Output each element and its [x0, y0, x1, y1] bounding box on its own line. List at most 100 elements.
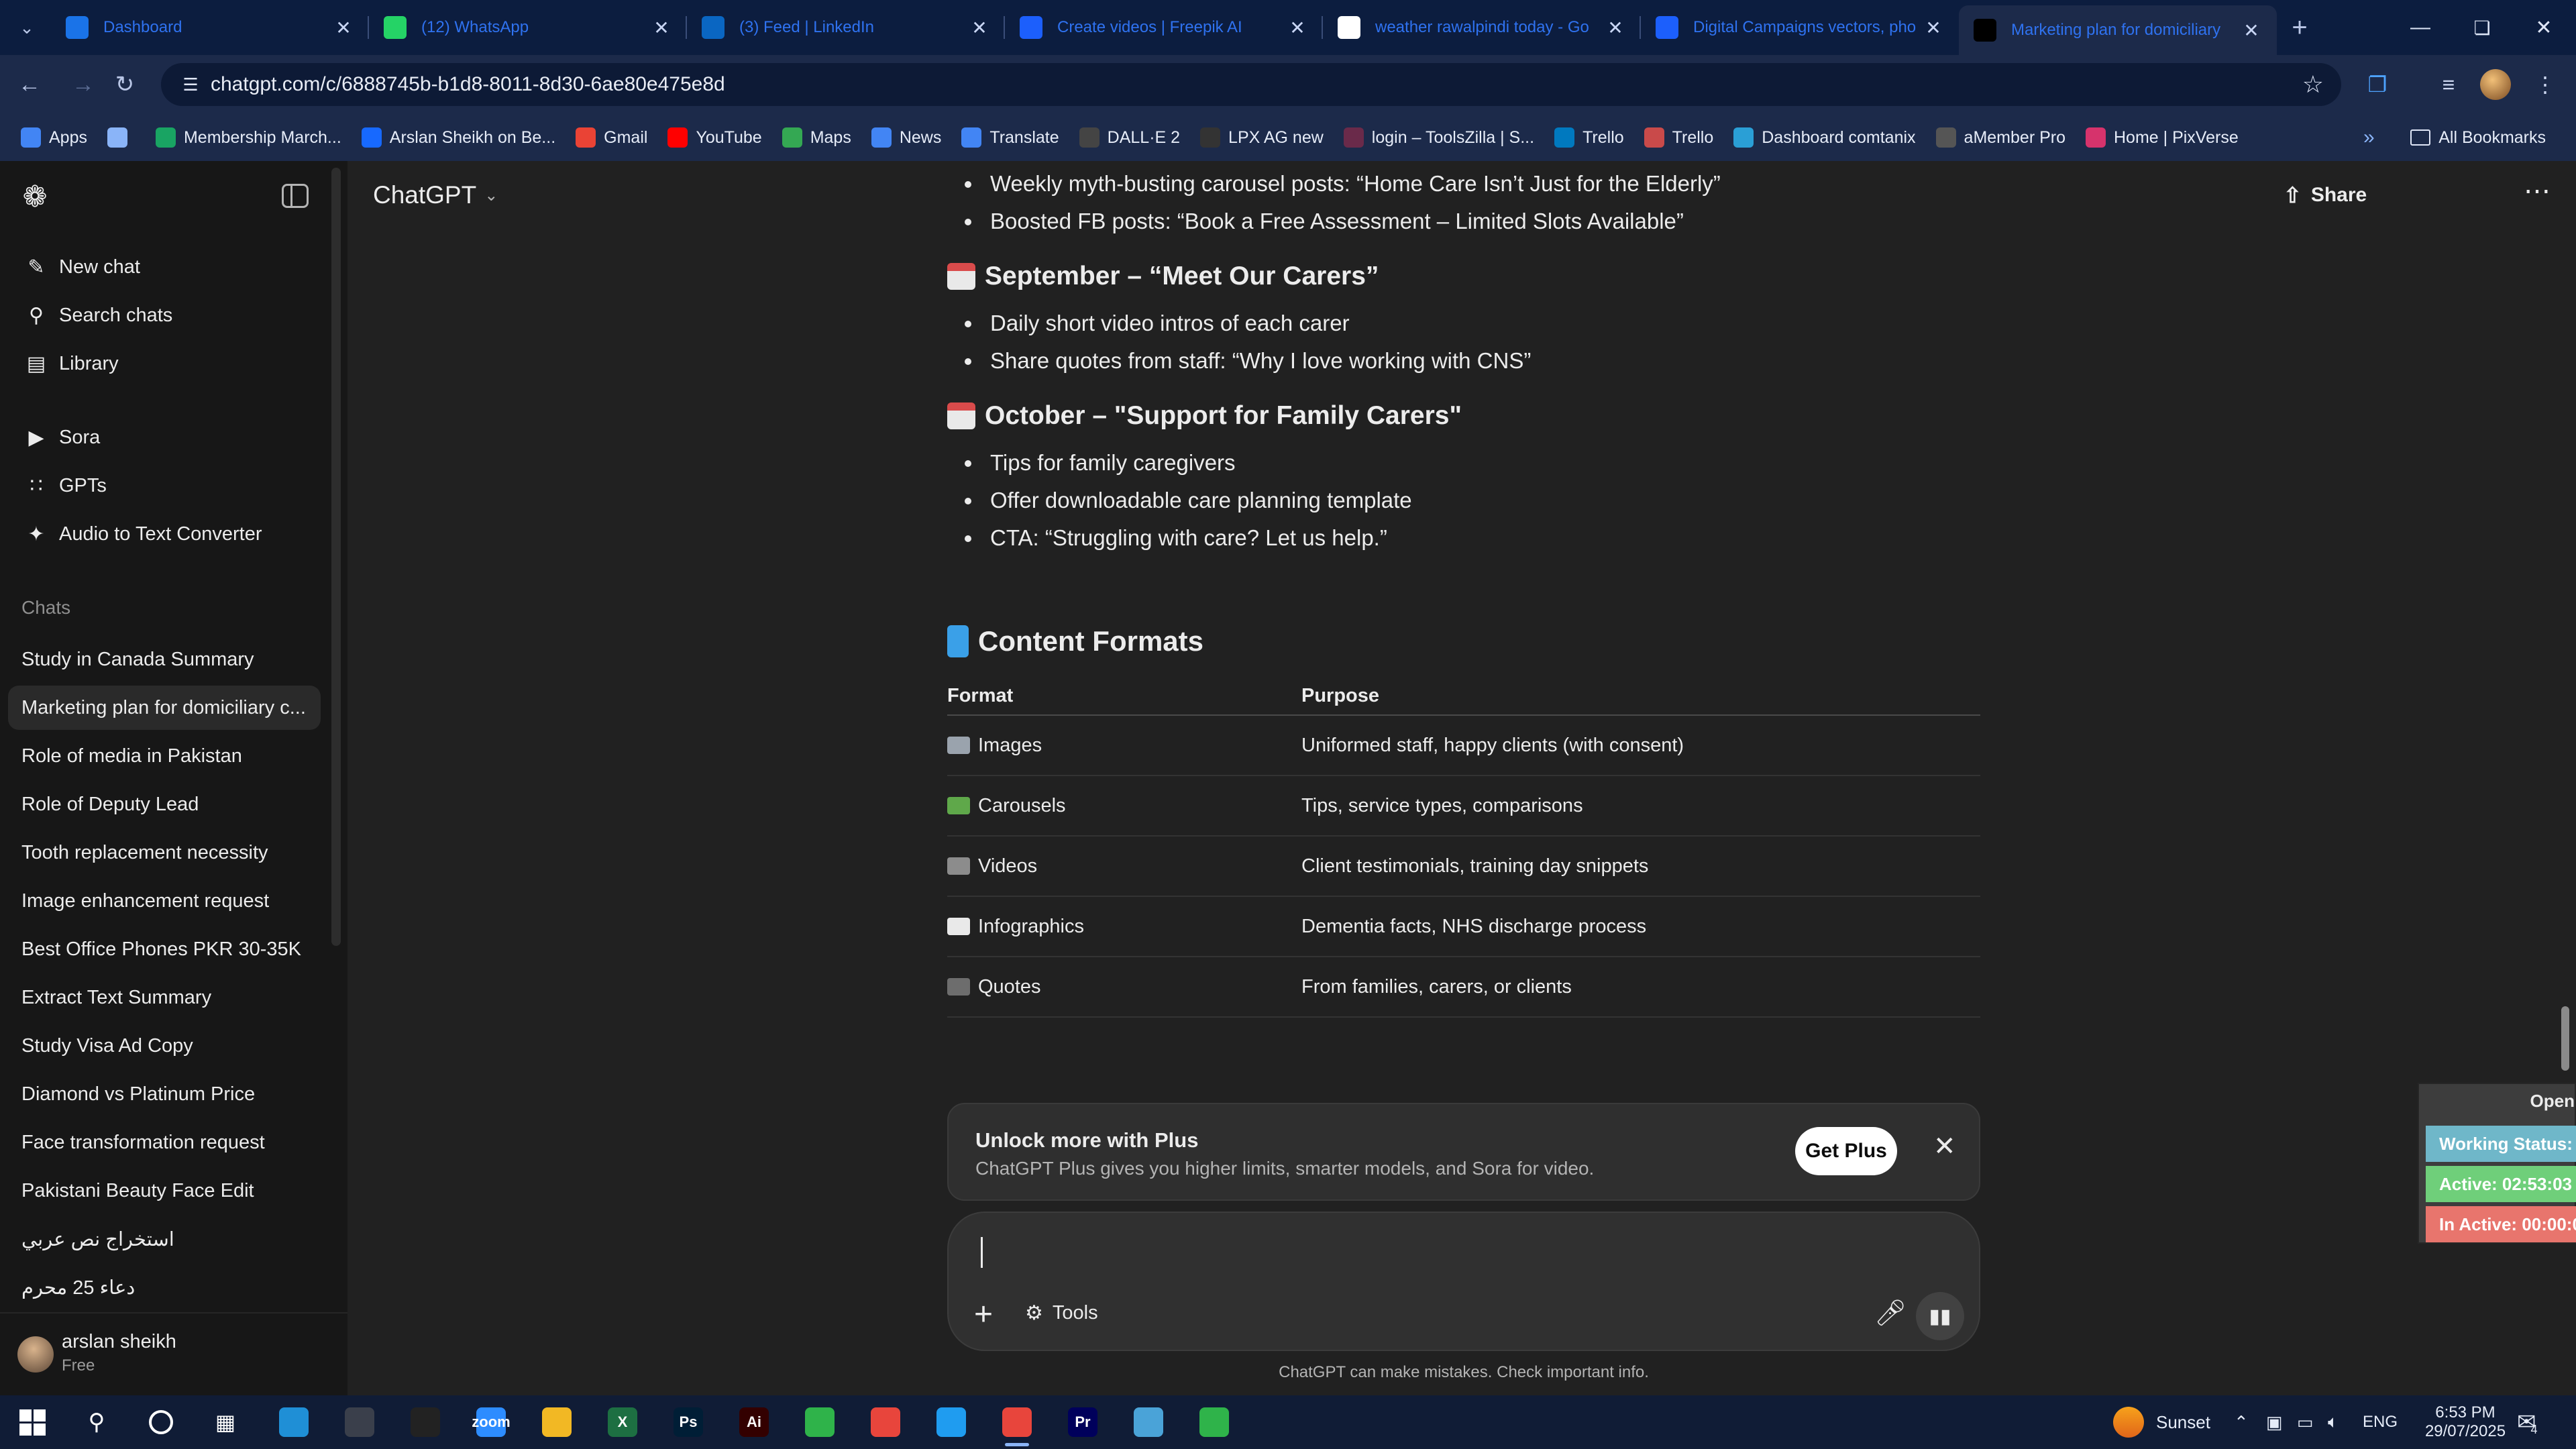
search-icon[interactable]: ⚲: [64, 1401, 129, 1444]
chat-history-item[interactable]: Study Visa Ad Copy: [8, 1024, 321, 1068]
close-window-icon[interactable]: ✕: [2513, 0, 2575, 55]
chat-history-item[interactable]: Face transformation request: [8, 1120, 321, 1165]
bookmark-item[interactable]: login – ToolsZilla | S...: [1334, 114, 1544, 161]
tab-close-icon[interactable]: ✕: [2241, 19, 2262, 42]
tab-close-icon[interactable]: ✕: [1287, 17, 1308, 39]
back-icon[interactable]: ←: [9, 64, 50, 105]
more-options-icon[interactable]: ⋯: [2524, 176, 2551, 207]
task-view-icon[interactable]: ▦: [193, 1401, 258, 1444]
bookmark-item[interactable]: Trello: [1544, 114, 1634, 161]
site-settings-icon[interactable]: ☰: [170, 74, 211, 95]
sidebar-scrollbar[interactable]: [331, 168, 341, 946]
terminal-icon[interactable]: [393, 1401, 458, 1444]
network-icon[interactable]: ▭: [2297, 1395, 2314, 1449]
chat-history-item[interactable]: Role of media in Pakistan: [8, 734, 321, 778]
cortana-icon[interactable]: [129, 1401, 193, 1444]
tools-button[interactable]: ⚙ Tools: [1025, 1301, 1098, 1325]
browser-tab[interactable]: (12) WhatsApp ✕: [369, 5, 687, 50]
illustrator-icon[interactable]: Ai: [722, 1401, 786, 1444]
excel-icon[interactable]: X: [590, 1401, 655, 1444]
media-queue-icon[interactable]: ≡: [2428, 64, 2469, 105]
browser-tab[interactable]: Create videos | Freepik AI ✕: [1005, 5, 1323, 50]
photoshop-icon[interactable]: Ps: [656, 1401, 720, 1444]
app-diamond-icon[interactable]: [1116, 1401, 1181, 1444]
address-bar[interactable]: ☰ chatgpt.com/c/6888745b-b1d8-8011-8d30-…: [161, 63, 2341, 106]
chat-history-item[interactable]: Extract Text Summary: [8, 975, 321, 1020]
restore-icon[interactable]: ❏: [2451, 0, 2513, 55]
windows-start-icon[interactable]: [0, 1401, 64, 1444]
bookmark-item[interactable]: Translate: [951, 114, 1069, 161]
tab-search-icon[interactable]: ⌄: [7, 7, 47, 48]
browser-tab[interactable]: Marketing plan for domiciliary ✕: [1959, 5, 2277, 55]
microphone-icon[interactable]: 🎤︎: [1874, 1299, 1907, 1328]
sidebar-item-gpts[interactable]: ∷ GPTs: [8, 464, 321, 507]
file-explorer-icon[interactable]: [525, 1401, 589, 1444]
bookmark-item[interactable]: LPX AG new: [1190, 114, 1334, 161]
chat-history-item[interactable]: Pakistani Beauty Face Edit: [8, 1169, 321, 1213]
bookmark-item[interactable]: Gmail: [566, 114, 657, 161]
bookmark-item[interactable]: Membership March...: [146, 114, 352, 161]
work-status-widget[interactable]: Open Working Status: Ac Active: 02:53:03…: [2418, 1083, 2576, 1244]
weather-widget[interactable]: Sunset: [2113, 1395, 2210, 1449]
model-selector[interactable]: ChatGPT ⌄: [373, 181, 498, 209]
chat-history-item[interactable]: Role of Deputy Lead: [8, 782, 321, 826]
bookmark-item[interactable]: Arslan Sheikh on Be...: [352, 114, 566, 161]
tab-close-icon[interactable]: ✕: [333, 17, 354, 39]
forward-icon[interactable]: →: [63, 64, 103, 105]
bookmark-item[interactable]: DALL·E 2: [1069, 114, 1190, 161]
browser-tab[interactable]: Dashboard ✕: [51, 5, 369, 50]
bookmark-item[interactable]: Maps: [772, 114, 861, 161]
show-hidden-icons[interactable]: ⌃: [2234, 1395, 2249, 1449]
new-tab-icon[interactable]: +: [2279, 7, 2320, 48]
volume-icon[interactable]: 🔈︎: [2328, 1395, 2339, 1449]
green-app-icon[interactable]: [788, 1401, 852, 1444]
close-icon[interactable]: ✕: [1933, 1131, 1956, 1162]
chatgpt-logo-icon[interactable]: ❁: [19, 181, 51, 213]
profile-avatar[interactable]: [2475, 64, 2516, 105]
tab-close-icon[interactable]: ✕: [651, 17, 672, 39]
sidebar-item-library[interactable]: ▤ Library: [8, 342, 321, 385]
green-app-2-icon[interactable]: [1182, 1401, 1246, 1444]
bookmark-item[interactable]: Trello: [1634, 114, 1724, 161]
message-composer[interactable]: + ⚙ Tools 🎤︎ ▮▮: [947, 1212, 1980, 1351]
bookmark-item[interactable]: YouTube: [657, 114, 771, 161]
sidebar-item-search-chats[interactable]: ⚲ Search chats: [8, 294, 321, 337]
browser-tab[interactable]: weather rawalpindi today - Go ✕: [1323, 5, 1641, 50]
notifications-icon[interactable]: ✉︎ 4: [2517, 1395, 2538, 1449]
browser-tab[interactable]: Digital Campaigns vectors, pho ✕: [1641, 5, 1959, 50]
clock[interactable]: 6:53 PM 29/07/2025: [2415, 1395, 2516, 1449]
bookmark-item[interactable]: aMember Pro: [1926, 114, 2076, 161]
chat-history-item[interactable]: Image enhancement request: [8, 879, 321, 923]
chat-history-item[interactable]: استخراج نص عربي: [8, 1217, 321, 1261]
share-button[interactable]: ⇧ Share: [2284, 182, 2367, 208]
premiere-icon[interactable]: Pr: [1051, 1401, 1115, 1444]
bookmark-item[interactable]: Dashboard comtanix: [1723, 114, 1925, 161]
pen-tool-icon[interactable]: [327, 1401, 392, 1444]
bookmarks-overflow-icon[interactable]: »: [2353, 114, 2385, 161]
all-bookmarks[interactable]: All Bookmarks: [2400, 114, 2556, 161]
bookmark-item[interactable]: Home | PixVerse: [2076, 114, 2249, 161]
browser-tab[interactable]: (3) Feed | LinkedIn ✕: [687, 5, 1005, 50]
bookmark-item[interactable]: News: [861, 114, 952, 161]
browser-menu-icon[interactable]: ⋮: [2525, 64, 2565, 105]
bookmark-item[interactable]: Apps: [11, 114, 97, 161]
edge-icon[interactable]: [262, 1401, 326, 1444]
sidebar-item-audio-to-text-converter[interactable]: ✦ Audio to Text Converter: [8, 513, 321, 555]
bookmark-star-icon[interactable]: ☆: [2302, 70, 2324, 99]
close-sidebar-icon[interactable]: [282, 184, 309, 208]
chat-history-item[interactable]: Marketing plan for domiciliary c...: [8, 686, 321, 730]
sidebar-item-new-chat[interactable]: ✎ New chat: [8, 246, 321, 288]
chat-scrollbar[interactable]: [2561, 1006, 2569, 1071]
chat-history-item[interactable]: Diamond vs Platinum Price: [8, 1072, 321, 1116]
chat-history-item[interactable]: Tooth replacement necessity: [8, 830, 321, 875]
get-plus-button[interactable]: Get Plus: [1795, 1127, 1897, 1175]
language-indicator[interactable]: ENG: [2363, 1395, 2398, 1449]
sidebar-item-sora[interactable]: ▶ Sora: [8, 416, 321, 459]
add-attachment-icon[interactable]: +: [974, 1296, 993, 1334]
tab-close-icon[interactable]: ✕: [1605, 17, 1626, 39]
zoom-icon[interactable]: zoom: [459, 1401, 523, 1444]
bookmark-item[interactable]: [97, 114, 146, 161]
voice-mode-icon[interactable]: ▮▮: [1916, 1292, 1964, 1340]
tab-close-icon[interactable]: ✕: [1923, 17, 1944, 39]
chrome-icon[interactable]: [853, 1401, 918, 1444]
